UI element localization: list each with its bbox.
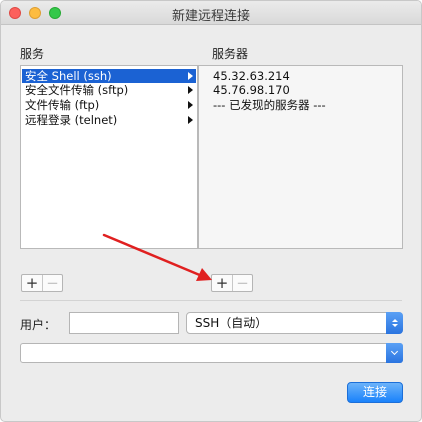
new-remote-connection-window: 新建远程连接 服务 服务器 安全 Shell (ssh) 安全文件传输 (sft… [0, 0, 422, 422]
title-bar[interactable]: 新建远程连接 [1, 1, 421, 25]
service-item-ftp[interactable]: 文件传输 (ftp) [22, 98, 196, 112]
service-item-ssh[interactable]: 安全 Shell (ssh) [22, 69, 196, 83]
chevron-down-icon[interactable] [386, 343, 403, 363]
user-label: 用户： [20, 318, 57, 332]
services-add-remove-control: + − [21, 274, 63, 292]
up-down-chevron-icon [386, 312, 403, 334]
service-item-label: 安全 Shell (ssh) [25, 69, 112, 83]
services-label: 服务 [20, 47, 45, 61]
protocol-selected-value: SSH（自动） [195, 316, 268, 330]
submenu-arrow-icon [188, 86, 193, 94]
server-item[interactable]: 45.32.63.214 [213, 69, 290, 83]
divider [20, 300, 402, 301]
remove-service-button[interactable]: − [42, 275, 62, 291]
connect-button[interactable]: 连接 [347, 382, 403, 403]
annotation-arrow-icon [102, 233, 212, 281]
user-input[interactable] [69, 312, 179, 334]
service-item-label: 远程登录 (telnet) [25, 113, 118, 127]
servers-label: 服务器 [212, 47, 249, 61]
service-item-telnet[interactable]: 远程登录 (telnet) [22, 113, 196, 127]
services-list[interactable]: 安全 Shell (ssh) 安全文件传输 (sftp) 文件传输 (ftp) … [20, 65, 198, 249]
window-title: 新建远程连接 [171, 9, 250, 24]
service-item-label: 安全文件传输 (sftp) [25, 83, 129, 97]
service-item-sftp[interactable]: 安全文件传输 (sftp) [22, 83, 196, 97]
protocol-select[interactable]: SSH（自动） [186, 312, 403, 334]
service-item-label: 文件传输 (ftp) [25, 98, 100, 112]
server-discovered-separator: --- 已发现的服务器 --- [213, 98, 326, 112]
server-item[interactable]: 45.76.98.170 [213, 83, 290, 97]
submenu-arrow-icon [188, 101, 193, 109]
submenu-arrow-icon [188, 72, 193, 80]
add-service-button[interactable]: + [22, 275, 42, 291]
command-combobox[interactable] [20, 343, 403, 363]
submenu-arrow-icon [188, 116, 193, 124]
servers-list[interactable]: 45.32.63.214 45.76.98.170 --- 已发现的服务器 --… [198, 65, 403, 249]
remove-server-button[interactable]: − [232, 275, 252, 291]
